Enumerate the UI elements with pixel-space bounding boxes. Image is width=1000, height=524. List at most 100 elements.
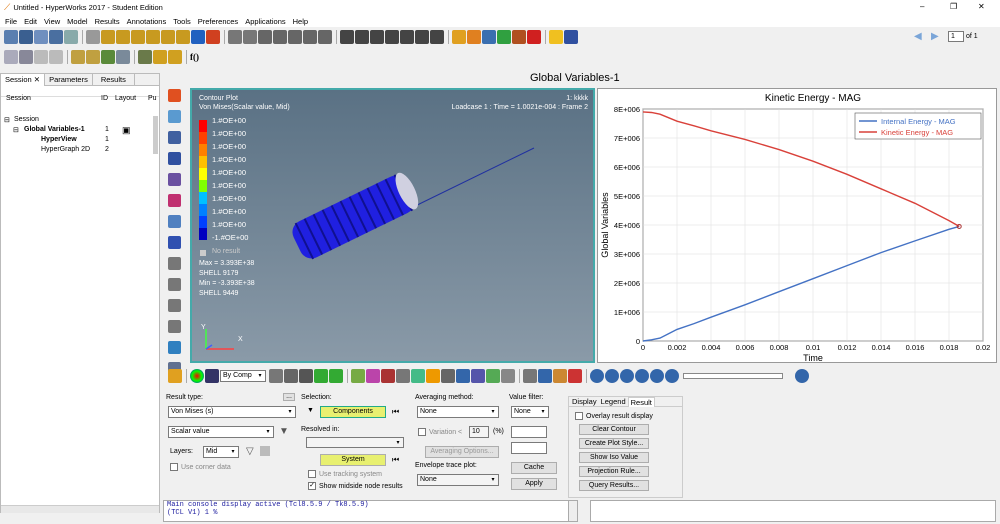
entity2-icon[interactable] xyxy=(366,369,380,383)
selection-dropdown-icon[interactable]: ▼ xyxy=(307,407,314,414)
variation-check[interactable]: Variation < xyxy=(418,428,462,436)
graph-color-icon[interactable] xyxy=(497,30,511,44)
load-model-icon[interactable] xyxy=(101,50,115,64)
system-button[interactable]: System xyxy=(320,454,386,466)
isolate-icon[interactable] xyxy=(314,369,328,383)
script-icon[interactable] xyxy=(116,50,130,64)
entity4-icon[interactable] xyxy=(396,369,410,383)
entity10-icon[interactable] xyxy=(486,369,500,383)
filter-max-input[interactable] xyxy=(511,442,547,454)
graph-math-icon[interactable] xyxy=(512,30,526,44)
view-iso-icon[interactable] xyxy=(101,30,115,44)
rotate-free-icon[interactable] xyxy=(318,30,332,44)
display-icon[interactable] xyxy=(168,215,181,228)
contour-icon[interactable] xyxy=(168,89,181,102)
col-session[interactable]: Session xyxy=(6,95,31,102)
entity12-icon[interactable] xyxy=(523,369,537,383)
menu-view[interactable]: View xyxy=(44,17,60,26)
system-reset-icon[interactable]: ⏮ xyxy=(392,455,399,465)
components-icon[interactable] xyxy=(299,369,313,383)
session-horizontal-scrollbar[interactable] xyxy=(1,505,159,513)
graph-delete-icon[interactable] xyxy=(34,50,48,64)
menu-tools[interactable]: Tools xyxy=(173,17,191,26)
col-pu[interactable]: Pu xyxy=(148,95,157,102)
step-forward-icon[interactable] xyxy=(650,369,664,383)
entity7-icon[interactable] xyxy=(441,369,455,383)
clear-contour-button[interactable]: Clear Contour xyxy=(579,424,649,435)
menu-annotations[interactable]: Annotations xyxy=(127,17,167,26)
page-back-icon[interactable]: ◀ xyxy=(914,31,928,42)
menu-model[interactable]: Model xyxy=(67,17,87,26)
new-session-icon[interactable] xyxy=(4,30,18,44)
fast-forward-icon[interactable] xyxy=(665,369,679,383)
result-type-select[interactable]: Von Mises (s) ▾ xyxy=(168,406,296,418)
scalar-value-select[interactable]: Scalar value ▾ xyxy=(168,426,274,438)
tab-results[interactable]: Results xyxy=(93,74,135,85)
animation-mode-icon[interactable] xyxy=(590,369,604,383)
maximize-button[interactable]: ❐ xyxy=(950,2,957,11)
zoom-icon[interactable] xyxy=(86,30,100,44)
projection-rule-button[interactable]: Projection Rule... xyxy=(579,466,649,477)
entity11-icon[interactable] xyxy=(501,369,515,383)
filter-min-input[interactable] xyxy=(511,426,547,438)
entity-icon[interactable] xyxy=(351,369,365,383)
tab-legend[interactable]: Legend xyxy=(599,397,628,406)
animate-icon[interactable] xyxy=(564,30,578,44)
graph-add-icon[interactable] xyxy=(49,50,63,64)
value-filter-select[interactable]: None ▾ xyxy=(511,406,549,418)
deformed-icon[interactable] xyxy=(168,110,181,123)
tcl-console[interactable]: Main console display active (Tcl8.5.9 / … xyxy=(163,500,576,522)
table-row[interactable]: ⊟ Global Variables-1 1 ▣ xyxy=(1,125,151,136)
create-plot-style-button[interactable]: Create Plot Style... xyxy=(579,438,649,449)
results-browser-icon[interactable] xyxy=(4,50,18,64)
view-eye4-icon[interactable] xyxy=(168,320,181,333)
averaging-options-button[interactable]: Averaging Options... xyxy=(425,446,499,458)
menu-file[interactable]: File xyxy=(5,17,17,26)
console-scrollbar[interactable] xyxy=(568,500,578,522)
step-back-icon[interactable] xyxy=(620,369,634,383)
entity8-icon[interactable] xyxy=(456,369,470,383)
wireframe-icon[interactable] xyxy=(284,369,298,383)
page-layout-2-icon[interactable] xyxy=(355,30,369,44)
layer-filter-icon[interactable]: ▽ xyxy=(246,446,254,457)
overlay-result-display[interactable]: Overlay result display xyxy=(575,412,653,420)
translate-icon[interactable] xyxy=(258,30,272,44)
pan-vertical-icon[interactable] xyxy=(303,30,317,44)
tab-result[interactable]: Result xyxy=(627,396,655,407)
minimize-button[interactable]: – xyxy=(920,2,924,11)
tab-parameters[interactable]: Parameters xyxy=(45,74,93,85)
view-eye-icon[interactable] xyxy=(168,257,181,270)
view-back-icon[interactable] xyxy=(176,30,190,44)
page-number-input[interactable]: 1 xyxy=(948,31,964,42)
menu-preferences[interactable]: Preferences xyxy=(198,17,238,26)
page-layout-3-icon[interactable] xyxy=(370,30,384,44)
graph-fft-icon[interactable] xyxy=(527,30,541,44)
connectors-icon[interactable] xyxy=(168,341,181,354)
view-bottom-icon[interactable] xyxy=(161,30,175,44)
expand-icon[interactable]: ⊟ xyxy=(13,126,19,134)
tab-session[interactable]: Session ✕ xyxy=(1,73,46,86)
mask-icon[interactable] xyxy=(168,236,181,249)
pan-icon[interactable] xyxy=(273,30,287,44)
measure-icon[interactable] xyxy=(168,194,181,207)
table-row[interactable]: HyperView 1 xyxy=(1,136,151,146)
shaded-icon[interactable] xyxy=(269,369,283,383)
import-icon[interactable] xyxy=(71,50,85,64)
sigma-export-icon[interactable] xyxy=(168,50,182,64)
zoom-in-icon[interactable] xyxy=(243,30,257,44)
window-layout-icon[interactable] xyxy=(34,30,48,44)
rewind-icon[interactable] xyxy=(605,369,619,383)
cache-button[interactable]: Cache xyxy=(511,462,557,474)
page-layout-4-icon[interactable] xyxy=(385,30,399,44)
envelope-select[interactable]: None ▾ xyxy=(417,474,499,486)
spin-icon[interactable] xyxy=(206,30,220,44)
export-icon[interactable] xyxy=(86,50,100,64)
graph-curve-icon[interactable] xyxy=(452,30,466,44)
save-icon[interactable] xyxy=(49,30,63,44)
resolved-in-select[interactable]: ▾ xyxy=(306,437,404,448)
view-front-icon[interactable] xyxy=(131,30,145,44)
menu-results[interactable]: Results xyxy=(95,17,120,26)
graph-axis-icon[interactable] xyxy=(482,30,496,44)
tensor-icon[interactable] xyxy=(168,152,181,165)
pause-icon[interactable] xyxy=(635,369,649,383)
